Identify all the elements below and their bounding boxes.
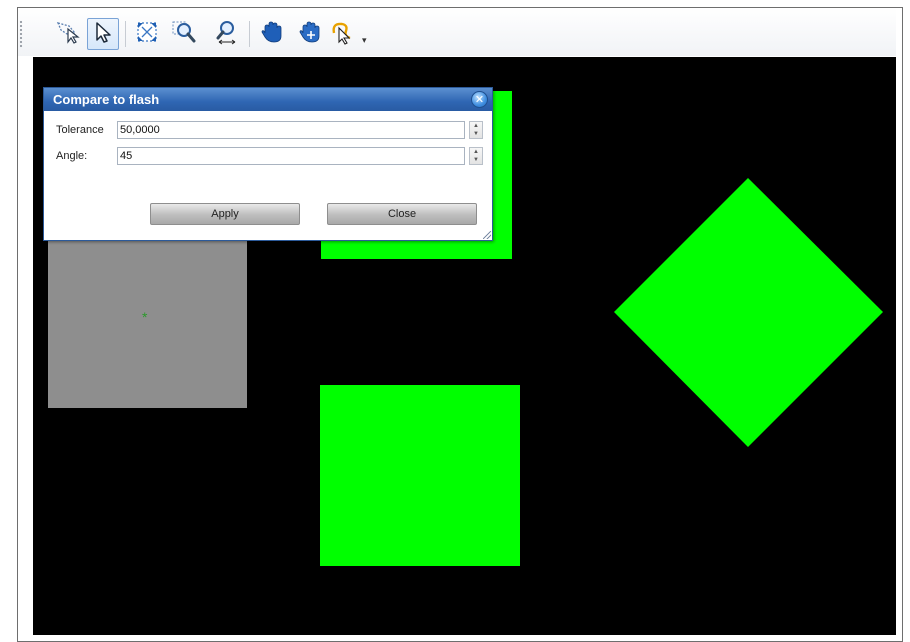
- spin-up-icon[interactable]: ▲: [470, 148, 482, 156]
- angle-label: Angle:: [56, 150, 88, 162]
- toolbar-separator: [125, 21, 126, 47]
- shape-center-marker: *: [142, 309, 148, 325]
- select-pointer-button[interactable]: [87, 18, 119, 50]
- pan-hand-button[interactable]: [256, 18, 288, 50]
- zoom-window-icon: [171, 19, 197, 50]
- snap-mode-dropdown-icon[interactable]: ▾: [362, 35, 367, 46]
- pan-hand-alt-icon: [297, 19, 323, 50]
- selected-gray-square[interactable]: [48, 227, 247, 408]
- toolbar-separator: [249, 21, 250, 47]
- angle-input[interactable]: 45: [117, 147, 465, 165]
- compare-to-flash-dialog: Compare to flash ✕ Tolerance 50,0000 ▲ ▼…: [43, 87, 493, 241]
- close-button[interactable]: Close: [327, 203, 477, 225]
- apply-button[interactable]: Apply: [150, 203, 300, 225]
- tolerance-spinner[interactable]: ▲ ▼: [469, 121, 483, 139]
- dialog-title: Compare to flash: [53, 92, 160, 107]
- zoom-realtime-button[interactable]: [210, 18, 242, 50]
- spin-down-icon[interactable]: ▼: [470, 130, 482, 138]
- dialog-resize-grip[interactable]: [483, 231, 491, 239]
- zoom-window-button[interactable]: [168, 18, 200, 50]
- lasso-select-button[interactable]: [52, 18, 84, 50]
- dialog-close-icon[interactable]: ✕: [471, 91, 488, 108]
- zoom-extents-icon: [134, 19, 160, 50]
- toolbar-grip[interactable]: [19, 20, 23, 48]
- lasso-select-icon: [55, 20, 81, 49]
- snap-mode-icon: [330, 19, 358, 50]
- zoom-realtime-icon: [213, 19, 239, 50]
- select-pointer-icon: [91, 20, 115, 49]
- green-diamond[interactable]: [614, 178, 883, 447]
- tolerance-label: Tolerance: [56, 124, 104, 136]
- tolerance-input[interactable]: 50,0000: [117, 121, 465, 139]
- zoom-extents-button[interactable]: [131, 18, 163, 50]
- spin-up-icon[interactable]: ▲: [470, 122, 482, 130]
- spin-down-icon[interactable]: ▼: [470, 156, 482, 164]
- angle-spinner[interactable]: ▲ ▼: [469, 147, 483, 165]
- pan-hand-icon: [259, 19, 285, 50]
- snap-mode-button[interactable]: [328, 18, 360, 50]
- dialog-title-bar[interactable]: Compare to flash: [44, 88, 492, 111]
- pan-hand-alt-button[interactable]: [294, 18, 326, 50]
- green-square-bottom[interactable]: [320, 385, 520, 566]
